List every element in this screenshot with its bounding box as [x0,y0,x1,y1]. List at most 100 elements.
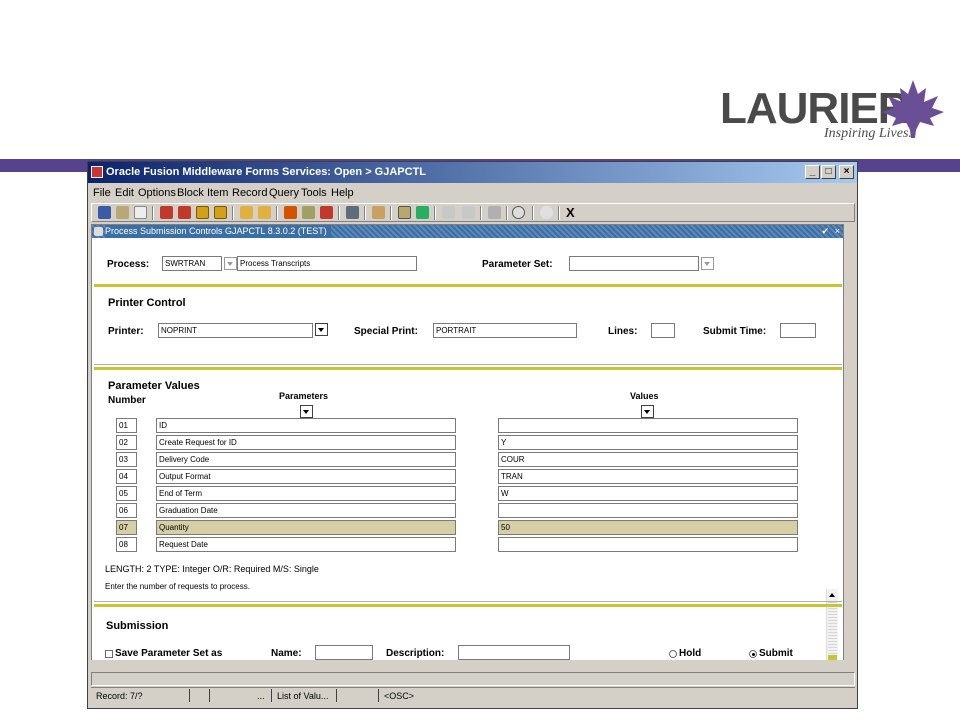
maple-leaf-icon [882,80,944,138]
parameter-set-dropdown-icon[interactable] [701,257,714,270]
menu-record[interactable]: Record [232,187,267,199]
parameter-value-field[interactable] [498,503,798,518]
menu-file[interactable]: File [93,187,111,199]
options-icon[interactable] [488,206,501,219]
maximize-button[interactable]: □ [821,165,836,179]
enter-query-icon[interactable] [284,206,297,219]
process-label: Process: [107,259,150,270]
status-bar: Record: 7/? ... List of Valu... <OSC> [91,687,855,704]
description-field[interactable] [458,645,570,660]
parameter-value-field[interactable] [498,418,798,433]
parameter-number-field[interactable]: 08 [116,537,137,552]
close-button[interactable]: × [839,165,854,179]
menu-bar: File Edit Options Block Item Record Quer… [88,184,857,202]
submit-time-field[interactable] [780,323,816,338]
insert-record-icon[interactable] [240,206,253,219]
parameter-values-title: Parameter Values [108,380,200,392]
previous-block-icon[interactable] [160,206,173,219]
parameter-number-field[interactable]: 05 [116,486,137,501]
save-parameter-set-label: Save Parameter Set as [115,648,223,659]
parameter-value-field[interactable]: COUR [498,452,798,467]
section-rule [94,604,842,607]
previous-record-icon[interactable] [196,206,209,219]
name-field[interactable] [315,645,373,660]
rollback-icon[interactable] [116,206,129,219]
toolbar-separator [480,206,482,220]
name-label: Name: [271,648,302,659]
copy-record-icon[interactable] [346,206,359,219]
menu-options[interactable]: Options [138,187,176,199]
next-block-icon[interactable] [178,206,191,219]
save-parameter-set-checkbox[interactable] [105,650,113,658]
parameter-name-field[interactable]: Create Request for ID [156,435,456,450]
parameter-name-field[interactable]: End of Term [156,486,456,501]
section-rule [94,284,842,287]
menu-edit[interactable]: Edit [115,187,134,199]
field-help-line: Enter the number of requests to process. [105,582,250,591]
process-dropdown-icon[interactable] [224,257,237,270]
values-dropdown-icon[interactable] [641,405,654,418]
printer-label: Printer: [108,326,144,337]
parameter-number-field[interactable]: 01 [116,418,137,433]
parameter-name-field[interactable]: Graduation Date [156,503,456,518]
parameters-dropdown-icon[interactable] [300,405,313,418]
help-icon[interactable] [512,206,525,219]
print-icon[interactable] [372,206,385,219]
parameter-name-field[interactable]: Delivery Code [156,452,456,467]
submit-radio[interactable] [749,650,757,658]
exit-button[interactable]: X [566,205,575,220]
parameter-value-field[interactable]: 50 [498,520,798,535]
scroll-track[interactable] [828,602,837,654]
status-divider [189,689,190,702]
search-icon[interactable] [398,206,411,219]
cancel-query-icon[interactable] [320,206,333,219]
parameter-name-field[interactable]: ID [156,418,456,433]
status-divider [271,689,272,702]
form-close-icon[interactable]: × [835,225,840,238]
hold-radio[interactable] [669,650,677,658]
form-horizontal-scrollbar[interactable] [91,660,855,670]
parameter-value-field[interactable]: Y [498,435,798,450]
navigate-icon[interactable] [462,206,475,219]
printer-dropdown-icon[interactable] [315,323,328,336]
parameter-number-field[interactable]: 06 [116,503,137,518]
menu-item[interactable]: Item [207,187,228,199]
execute-query-icon[interactable] [302,206,315,219]
toolbar-separator [390,206,392,220]
parameter-name-field[interactable]: Request Date [156,537,456,552]
list-of-values-indicator: List of Valu... [277,691,329,701]
parameter-name-field[interactable]: Output Format [156,469,456,484]
checkmark-icon[interactable]: ✔ [821,225,829,238]
menu-block[interactable]: Block [177,187,204,199]
parameter-number-field[interactable]: 03 [116,452,137,467]
process-code-field[interactable]: SWRTRAN [162,256,222,271]
menu-query[interactable]: Query [269,187,299,199]
parameter-number-field[interactable]: 07 [116,520,137,535]
minimize-button[interactable]: _ [805,165,820,179]
parameter-value-field[interactable] [498,537,798,552]
menu-tools[interactable]: Tools [301,187,327,199]
parameter-set-field[interactable] [569,256,699,271]
lines-field[interactable] [651,323,675,338]
form-vertical-scrollbar[interactable] [845,224,855,670]
remove-record-icon[interactable] [258,206,271,219]
special-print-field[interactable]: PORTRAIT [433,323,577,338]
parameter-name-field[interactable]: Quantity [156,520,456,535]
back-icon[interactable] [442,206,455,219]
next-record-icon[interactable] [214,206,227,219]
parameter-value-field[interactable]: W [498,486,798,501]
parameter-value-field[interactable]: TRAN [498,469,798,484]
printer-field[interactable]: NOPRINT [158,323,313,338]
description-label: Description: [386,648,445,659]
process-description-field[interactable]: Process Transcripts [237,256,417,271]
menu-help[interactable]: Help [331,187,354,199]
lightbulb-icon[interactable] [540,206,553,219]
scroll-up-icon[interactable] [827,589,838,600]
print-form-icon[interactable] [134,206,147,219]
parameter-number-field[interactable]: 04 [116,469,137,484]
save-icon[interactable] [98,206,111,219]
list-of-values-icon[interactable] [416,206,429,219]
parameter-number-field[interactable]: 02 [116,435,137,450]
lines-label: Lines: [608,326,638,337]
window-title: Oracle Fusion Middleware Forms Services:… [106,166,427,178]
